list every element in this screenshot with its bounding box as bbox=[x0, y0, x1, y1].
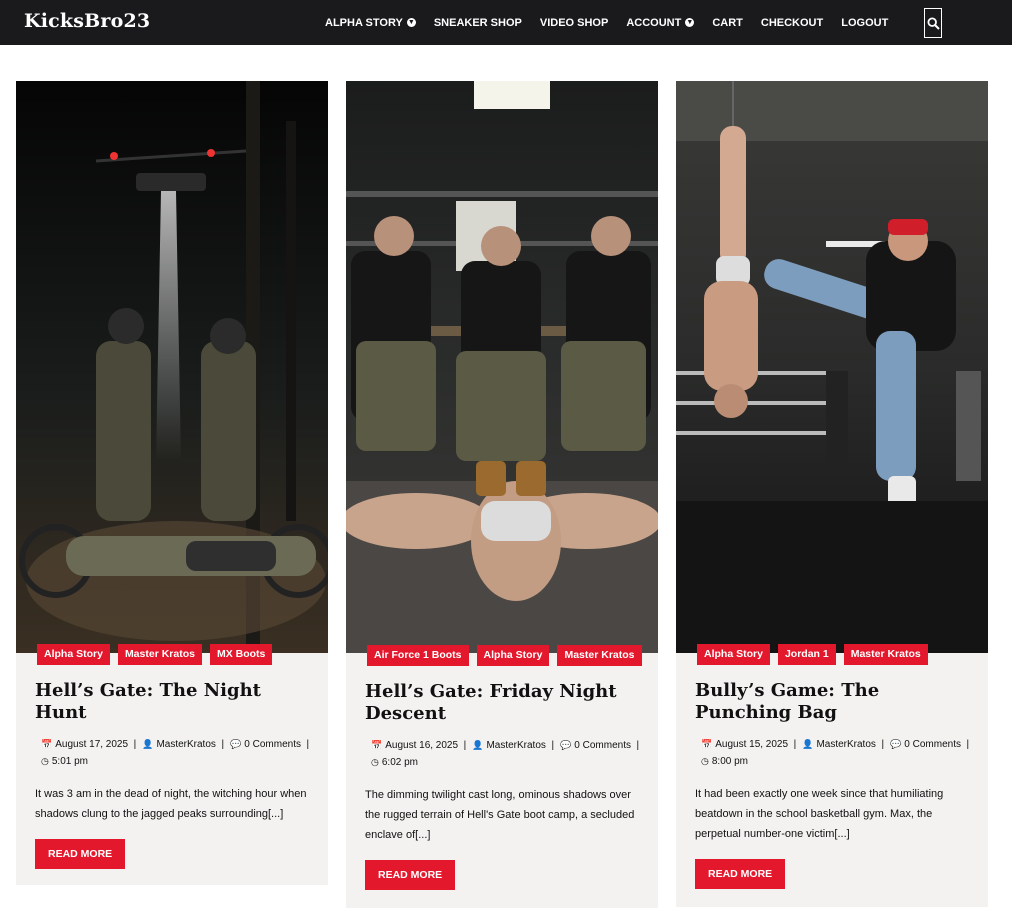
site-header: KicksBro23 ALPHA STORY ▼ SNEAKER SHOP VI… bbox=[0, 0, 1012, 45]
calendar-icon: 📅 bbox=[701, 739, 713, 749]
post-meta: 📅 August 15, 2025 | 👤 MasterKratos | 💬 0 Comm… bbox=[695, 736, 970, 770]
post-time: 6:02 pm bbox=[381, 757, 418, 768]
clock-icon: ◷ bbox=[41, 756, 49, 766]
post-author[interactable]: MasterKratos bbox=[156, 739, 215, 750]
post-thumbnail-image[interactable] bbox=[346, 81, 658, 653]
chevron-down-icon: ▼ bbox=[406, 18, 416, 27]
clock-icon: ◷ bbox=[701, 756, 709, 766]
post-tags: Alpha Story Master Kratos MX Boots bbox=[37, 644, 280, 665]
comments-label[interactable]: Comments bbox=[913, 739, 961, 750]
comments-icon: 💬 bbox=[890, 739, 902, 749]
post-meta: 📅 August 16, 2025 | 👤 MasterKratos | 💬 0 Comm… bbox=[365, 737, 640, 771]
post-time: 5:01 pm bbox=[51, 756, 88, 767]
tag-link[interactable]: MX Boots bbox=[209, 644, 273, 665]
post-tags: Air Force 1 Boots Alpha Story Master Kra… bbox=[367, 645, 650, 666]
site-logo[interactable]: KicksBro23 bbox=[24, 10, 150, 32]
post-excerpt: It had been exactly one week since that … bbox=[695, 788, 944, 840]
post-title[interactable]: Hell’s Gate: Friday Night Descent bbox=[365, 681, 640, 725]
calendar-icon: 📅 bbox=[41, 739, 53, 749]
nav-item-label: VIDEO SHOP bbox=[539, 16, 609, 29]
user-icon: 👤 bbox=[802, 739, 814, 749]
post-author[interactable]: MasterKratos bbox=[486, 740, 545, 751]
read-more-button[interactable]: READ MORE bbox=[35, 839, 126, 869]
post-tags: Alpha Story Jordan 1 Master Kratos bbox=[697, 644, 936, 665]
post-thumbnail-image[interactable] bbox=[16, 81, 328, 653]
nav-item-label: LOGOUT bbox=[841, 16, 889, 29]
nav-item-label: CART bbox=[712, 16, 743, 29]
nav-item-cart[interactable]: CART bbox=[712, 17, 743, 29]
comments-label[interactable]: Comments bbox=[583, 740, 631, 751]
comments-count[interactable]: 0 bbox=[574, 740, 580, 751]
search-icon bbox=[926, 16, 940, 30]
main-nav: ALPHA STORY ▼ SNEAKER SHOP VIDEO SHOP AC… bbox=[325, 0, 906, 45]
read-more-button[interactable]: READ MORE bbox=[365, 860, 456, 890]
post-card: Alpha Story Jordan 1 Master Kratos Bully… bbox=[676, 81, 988, 907]
nav-item-sneaker-shop[interactable]: SNEAKER SHOP bbox=[434, 17, 522, 29]
chevron-down-icon: ▼ bbox=[685, 18, 695, 27]
nav-item-alpha-story[interactable]: ALPHA STORY ▼ bbox=[325, 17, 416, 29]
post-time: 8:00 pm bbox=[711, 756, 748, 767]
post-title[interactable]: Bully’s Game: The Punching Bag bbox=[695, 680, 970, 724]
post-thumbnail-image[interactable] bbox=[676, 81, 988, 653]
post-date: August 15, 2025 bbox=[715, 739, 789, 750]
read-more-button[interactable]: READ MORE bbox=[695, 859, 786, 889]
clock-icon: ◷ bbox=[371, 757, 379, 767]
nav-item-label: SNEAKER SHOP bbox=[433, 16, 522, 29]
post-excerpt: The dimming twilight cast long, ominous … bbox=[365, 789, 635, 841]
post-author[interactable]: MasterKratos bbox=[816, 739, 875, 750]
nav-item-logout[interactable]: LOGOUT bbox=[841, 17, 888, 29]
comments-icon: 💬 bbox=[560, 740, 572, 750]
post-card: Air Force 1 Boots Alpha Story Master Kra… bbox=[346, 81, 658, 908]
user-icon: 👤 bbox=[472, 740, 484, 750]
tag-link[interactable]: Air Force 1 Boots bbox=[367, 645, 469, 666]
user-icon: 👤 bbox=[142, 739, 154, 749]
calendar-icon: 📅 bbox=[371, 740, 383, 750]
comments-count[interactable]: 0 bbox=[244, 739, 250, 750]
post-meta: 📅 August 17, 2025 | 👤 MasterKratos | 💬 0 Comm… bbox=[35, 736, 310, 770]
search-button[interactable] bbox=[924, 8, 942, 38]
comments-icon: 💬 bbox=[230, 739, 242, 749]
tag-link[interactable]: Master Kratos bbox=[843, 644, 928, 665]
tag-link[interactable]: Master Kratos bbox=[557, 645, 642, 666]
nav-item-video-shop[interactable]: VIDEO SHOP bbox=[540, 17, 608, 29]
nav-item-label: ACCOUNT bbox=[626, 16, 682, 29]
post-title[interactable]: Hell’s Gate: The Night Hunt bbox=[35, 680, 310, 724]
comments-label[interactable]: Comments bbox=[253, 739, 301, 750]
nav-item-account[interactable]: ACCOUNT ▼ bbox=[626, 16, 695, 29]
tag-link[interactable]: Master Kratos bbox=[117, 644, 202, 665]
post-card: Alpha Story Master Kratos MX Boots Hell’… bbox=[16, 81, 328, 885]
tag-link[interactable]: Jordan 1 bbox=[777, 644, 836, 665]
post-date: August 17, 2025 bbox=[55, 739, 129, 750]
nav-item-label: ALPHA STORY bbox=[325, 16, 403, 29]
comments-count[interactable]: 0 bbox=[904, 739, 910, 750]
tag-link[interactable]: Alpha Story bbox=[476, 645, 550, 666]
tag-link[interactable]: Alpha Story bbox=[37, 644, 110, 665]
nav-item-label: CHECKOUT bbox=[760, 16, 824, 29]
post-date: August 16, 2025 bbox=[385, 740, 459, 751]
nav-item-checkout[interactable]: CHECKOUT bbox=[761, 17, 823, 29]
post-excerpt: It was 3 am in the dead of night, the wi… bbox=[35, 788, 307, 820]
tag-link[interactable]: Alpha Story bbox=[697, 644, 770, 665]
